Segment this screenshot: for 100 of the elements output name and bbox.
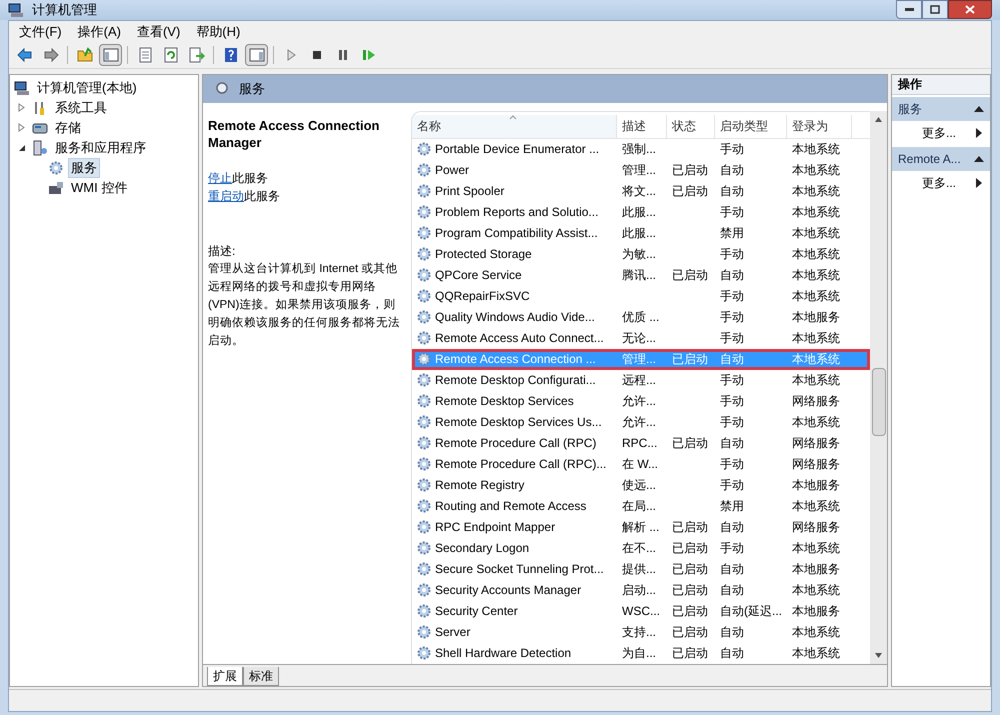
link[interactable]: 重启动	[208, 186, 244, 204]
table-cell-text: 已启动	[672, 267, 708, 284]
tree-item[interactable]: 存储	[52, 118, 84, 138]
action-pane-button[interactable]	[245, 44, 268, 66]
table-cell-text: 手动	[720, 204, 744, 221]
tab[interactable]: 标准	[243, 666, 279, 686]
table-row[interactable]: Remote Procedure Call (RPC)... 在 W... 手动 网络服务	[412, 454, 870, 474]
service-title: Remote Access Connection Manager	[208, 116, 380, 150]
table-cell-text: 本地系统	[792, 141, 840, 158]
table-cell-text: QPCore Service	[435, 267, 522, 284]
close-button[interactable]	[948, 0, 992, 19]
table-cell-text: 本地系统	[792, 351, 840, 368]
tab[interactable]: 扩展	[207, 666, 243, 686]
column-header[interactable]: 启动类型	[715, 114, 787, 138]
table-cell-text: 允许...	[622, 393, 656, 410]
table-cell-text: 此服...	[622, 225, 656, 242]
table-cell-text: 网络服务	[792, 456, 840, 473]
action-text: 此服务	[232, 170, 268, 186]
table-row[interactable]: Shell Hardware Detection 为自... 已启动 自动 本地系统	[412, 642, 870, 664]
table-cell-text: 已启动	[672, 351, 708, 368]
table-row[interactable]: Remote Procedure Call (RPC) RPC... 已启动 自动 网络服务	[412, 432, 870, 454]
table-cell-text: 自动(延迟...	[720, 603, 782, 620]
link[interactable]: 停止	[208, 168, 232, 186]
gear-icon	[48, 160, 64, 176]
table-cell-text: 自动	[720, 645, 744, 662]
scroll-down-icon[interactable]	[875, 652, 882, 658]
gear-icon	[416, 246, 432, 262]
table-row[interactable]: Remote Desktop Services 允许... 手动 网络服务	[412, 390, 870, 412]
minimize-button[interactable]	[896, 0, 922, 19]
column-header[interactable]: 状态	[667, 114, 715, 138]
table-row[interactable]: Portable Device Enumerator ... 强制... 手动 本地系统	[412, 138, 870, 160]
table-row[interactable]: Secondary Logon 在不... 已启动 手动 本地系统	[412, 538, 870, 558]
table-row[interactable]: Protected Storage 为敏... 手动 本地系统	[412, 244, 870, 264]
table-row[interactable]: QQRepairFixSVC 手动 本地系统	[412, 286, 870, 306]
tree-item[interactable]: 服务和应用程序	[52, 138, 149, 158]
table-row[interactable]: Remote Desktop Services Us... 允许... 手动 本地系统	[412, 412, 870, 432]
table-row[interactable]: Routing and Remote Access 在局... 禁用 本地系统	[412, 496, 870, 516]
table-cell-text: 解析 ...	[622, 519, 660, 536]
table-cell-text: 在不...	[622, 540, 656, 557]
expanded-icon[interactable]	[18, 144, 28, 152]
table-cell-text: 自动	[720, 162, 744, 179]
table-row[interactable]: Server 支持... 已启动 自动 本地系统	[412, 622, 870, 642]
table-cell-text: 在局...	[622, 498, 656, 515]
table-row[interactable]: Problem Reports and Solutio... 此服... 手动 本地系统	[412, 202, 870, 222]
collapse-icon[interactable]	[974, 156, 984, 162]
gear-icon	[416, 645, 432, 661]
column-header[interactable]: 描述	[617, 114, 667, 138]
tree-item[interactable]: 服务	[68, 158, 100, 178]
table-cell-text: 支持...	[622, 624, 656, 641]
table-row[interactable]: RPC Endpoint Mapper 解析 ... 已启动 自动 网络服务	[412, 516, 870, 538]
menu-item[interactable]: 帮助(H)	[190, 22, 246, 42]
table-row[interactable]: Secure Socket Tunneling Prot... 提供... 已启动 自动 本地服务	[412, 558, 870, 580]
table-row[interactable]: Remote Registry 使远... 手动 本地服务	[412, 474, 870, 496]
table-row[interactable]: Remote Desktop Configurati... 远程... 手动 本地系统	[412, 370, 870, 390]
tree-item[interactable]: 计算机管理(本地)	[34, 78, 140, 98]
close-icon	[965, 5, 975, 14]
table-row[interactable]: Security Center WSC... 已启动 自动(延迟... 本地服务	[412, 600, 870, 622]
table-cell-text: 本地系统	[792, 414, 840, 431]
scroll-up-icon[interactable]	[875, 116, 882, 122]
table-row[interactable]: QPCore Service 腾讯... 已启动 自动 本地系统	[412, 264, 870, 286]
menu-item[interactable]: 操作(A)	[72, 22, 127, 42]
section-header[interactable]: 服务	[892, 96, 990, 120]
table-row[interactable]: Power 管理... 已启动 自动 本地系统	[412, 160, 870, 180]
scroll-thumb[interactable]	[872, 368, 886, 436]
table-row[interactable]: Program Compatibility Assist... 此服... 禁用 本地系统	[412, 222, 870, 244]
tree-item[interactable]: WMI 控件	[68, 178, 130, 198]
tree-pane-button[interactable]	[99, 44, 122, 66]
table-cell-text: 手动	[720, 288, 744, 305]
table-row[interactable]: Remote Access Auto Connect... 无论... 手动 本地系统	[412, 328, 870, 348]
table-row[interactable]: Security Accounts Manager 启动... 已启动 自动 本地系统	[412, 580, 870, 600]
collapse-icon[interactable]	[974, 106, 984, 112]
table-cell-text: Protected Storage	[435, 246, 532, 263]
menu-item[interactable]: 查看(V)	[130, 22, 186, 42]
table-cell-text: 手动	[720, 540, 744, 557]
table-cell-text: 已启动	[672, 540, 708, 557]
table-cell-text: 强制...	[622, 141, 656, 158]
table-row[interactable]: Print Spooler 将文... 已启动 自动 本地系统	[412, 180, 870, 202]
action-item[interactable]: 更多...	[892, 170, 990, 194]
table-cell-text: 手动	[720, 309, 744, 326]
tree-item[interactable]: 系统工具	[52, 98, 110, 118]
panel-title: 服务	[239, 80, 265, 98]
table-cell-text: RPC Endpoint Mapper	[435, 519, 556, 536]
table-cell-text: 在 W...	[622, 456, 658, 473]
table-cell-text: 本地服务	[792, 561, 840, 578]
maximize-icon	[930, 5, 940, 14]
action-item[interactable]: 更多...	[892, 120, 990, 144]
table-cell-text: Remote Registry	[435, 477, 524, 494]
table-cell-text: 启动...	[622, 582, 656, 599]
maximize-button[interactable]	[922, 0, 948, 19]
menu-item[interactable]: 文件(F)	[13, 22, 68, 42]
column-header[interactable]: 登录为	[787, 114, 852, 138]
table-row[interactable]: Quality Windows Audio Vide... 优质 ... 手动 本地服务	[412, 306, 870, 328]
column-header[interactable]: 名称	[412, 114, 617, 138]
table-cell-text: 自动	[720, 351, 744, 368]
table-cell-text: Remote Procedure Call (RPC)	[435, 435, 596, 452]
submenu-arrow-icon	[976, 178, 982, 188]
section-header[interactable]: Remote A...	[892, 146, 990, 170]
gear-icon	[416, 561, 432, 577]
computer-icon	[8, 2, 24, 18]
table-cell-text: 本地系统	[792, 204, 840, 221]
